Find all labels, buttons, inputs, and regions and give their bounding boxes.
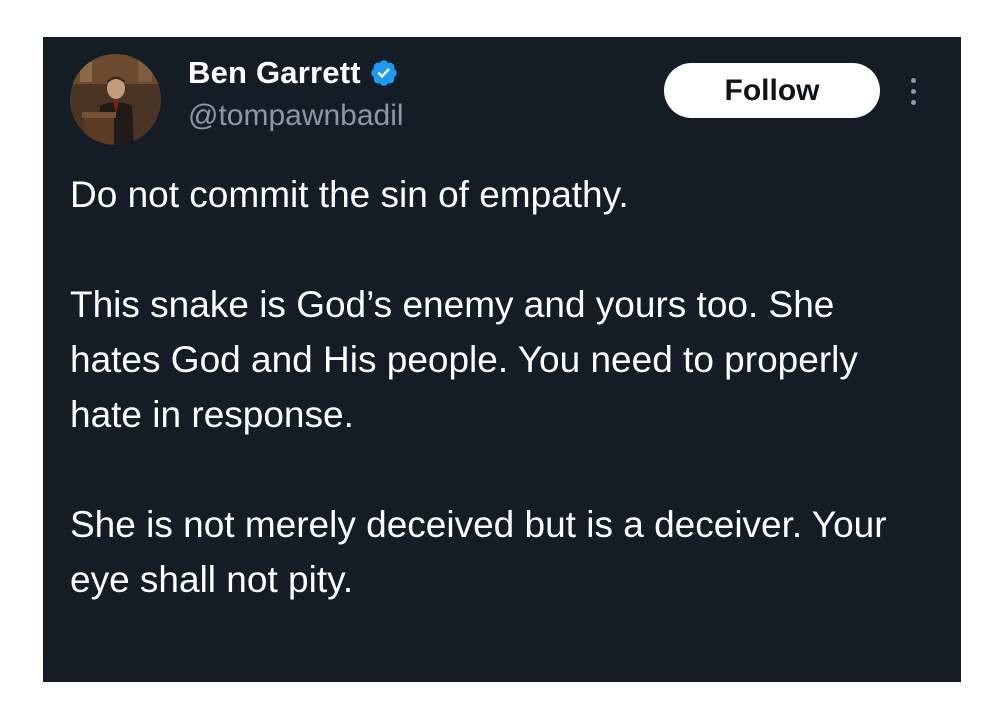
tweet-paragraph: Do not commit the sin of empathy. xyxy=(70,174,629,215)
verified-badge-icon xyxy=(370,60,397,86)
tweet-card: Ben Garrett @tompawnbadil Follow Do not … xyxy=(43,37,961,682)
author-name-row: Ben Garrett xyxy=(188,55,399,91)
follow-button[interactable]: Follow xyxy=(664,63,880,118)
more-dot xyxy=(910,77,916,83)
tweet-text: Do not commit the sin of empathy. This s… xyxy=(70,167,930,607)
person-at-podium-icon xyxy=(70,54,161,145)
more-dot xyxy=(910,99,916,105)
tweet-paragraph: This snake is God’s enemy and yours too.… xyxy=(70,284,858,435)
tweet-paragraph: She is not merely deceived but is a dece… xyxy=(70,504,887,600)
author-handle[interactable]: @tompawnbadil xyxy=(188,99,404,133)
author-name[interactable]: Ben Garrett xyxy=(188,55,361,91)
more-vertical-icon[interactable] xyxy=(901,69,925,113)
more-dot xyxy=(910,88,916,94)
avatar[interactable] xyxy=(70,54,161,145)
